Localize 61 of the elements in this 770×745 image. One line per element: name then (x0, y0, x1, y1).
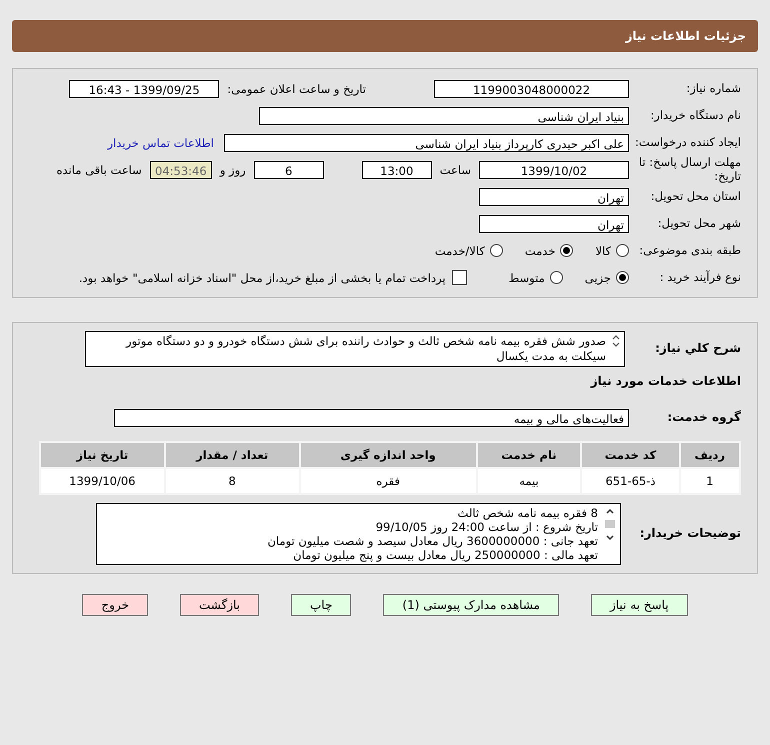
need-number-field: 1199003048000022 (434, 80, 629, 98)
province-field: تهران (479, 188, 629, 206)
field-label: طبقه بندی موضوعی: (638, 244, 741, 258)
deadline-time-field: 13:00 (362, 160, 432, 178)
field-label: ساعت (440, 162, 471, 176)
field-label: گروه خدمت: (666, 410, 741, 424)
field-label: توضیحات خریدار: (638, 527, 741, 541)
contact-link[interactable]: اطلاعات تماس خریدار (107, 136, 214, 150)
action-button[interactable]: پاسخ به نیاز (590, 594, 688, 616)
column-header: ردیف (680, 443, 739, 467)
deadline-date-field: 1399/10/02 (479, 160, 629, 178)
remaining-time-field: 04:53:46 (150, 160, 212, 178)
requester-field: علی اکبر حیدری کارپرداز بنیاد ایران شناسی (224, 134, 629, 152)
buyer-org-field: بنیاد ایران شناسی (259, 106, 629, 124)
action-button[interactable]: خروج (82, 594, 148, 616)
table-cell: فقره (300, 469, 476, 493)
action-button[interactable]: مشاهده مدارک پیوستی (1) (383, 594, 559, 616)
column-header: نام خدمت (478, 443, 580, 467)
radio-circle[interactable] (490, 244, 503, 257)
field-label: استان محل تحویل: (650, 190, 741, 204)
field-label: شرح کلي نياز: (654, 342, 741, 356)
table-cell: 1 (680, 469, 739, 493)
process-radio[interactable]: جزیی (584, 270, 629, 284)
field-label: ایجاد کننده درخواست: (634, 136, 741, 150)
field-label: ساعت باقی مانده (56, 162, 142, 176)
buyer-notes-textarea[interactable]: 8 فقره بیمه نامه شخص ثالث تاریخ شروع : از ساعت 24:00 روز 99/10/05 تعهد جانی : 3600000000 ریال معادل سیصد و شصت میلیون تومان تعهد مالی : 250000000 ریال معادل بیست و پنج میلیون تومان (96, 503, 621, 565)
section-title: اطلاعات خدمات مورد نیاز (590, 374, 741, 388)
announce-date-field: 1399/09/25 - 16:43 (69, 80, 220, 98)
column-header: واحد اندازه گیری (300, 443, 476, 467)
action-button[interactable]: بازگشت (180, 594, 259, 616)
field-label: مهلت ارسال پاسخ: تا تاریخ: (638, 156, 741, 183)
table-cell: ذ-65-651 (582, 469, 679, 493)
field-label: نام دستگاه خریدار: (649, 108, 741, 122)
radio-circle[interactable] (616, 244, 629, 257)
radio-circle[interactable] (550, 271, 563, 284)
days-field: 6 (254, 160, 324, 178)
table-cell: 1399/10/06 (41, 469, 164, 493)
table-cell: بیمه (478, 469, 580, 493)
category-radio[interactable]: خدمت (524, 244, 574, 258)
column-header: تاریخ نیاز (41, 443, 164, 467)
table-cell: 8 (166, 469, 299, 493)
field-label: روز و (220, 162, 246, 176)
process-radio[interactable]: متوسط (508, 270, 563, 284)
service-group-field: فعالیت‌های مالی و بیمه (114, 408, 629, 426)
checkbox[interactable] (452, 270, 467, 285)
column-header: تعداد / مقدار (166, 443, 299, 467)
payment-label: پرداخت تمام یا بخشی از مبلغ خرید،از محل "اسناد خزانه اسلامی" خواهد بود. (78, 270, 446, 284)
field-label: شماره نیاز: (685, 82, 741, 96)
category-radio[interactable]: کالا/خدمت (434, 244, 503, 258)
radio-circle[interactable] (560, 244, 574, 257)
category-radio[interactable]: کالا (595, 244, 629, 258)
radio-circle[interactable] (616, 271, 629, 284)
field-label: شهر محل تحویل: (656, 216, 741, 230)
city-field: تهران (479, 214, 629, 232)
column-header: کد خدمت (582, 443, 679, 467)
field-label: تاریخ و ساعت اعلان عمومی: (227, 82, 366, 96)
scroll-arrows-icon (612, 334, 620, 348)
field-label: نوع فرآیند خرید : (658, 270, 741, 284)
page-title: جزئیات اطلاعات نیاز (625, 29, 746, 43)
summary-textarea[interactable]: صدور شش فقره بیمه نامه شخص ثالث و حوادث راننده برای شش دستگاه خودرو و دو دستگاه موتور سیکلت به مدت یکسال (85, 331, 625, 367)
action-button[interactable]: چاپ (291, 594, 352, 616)
